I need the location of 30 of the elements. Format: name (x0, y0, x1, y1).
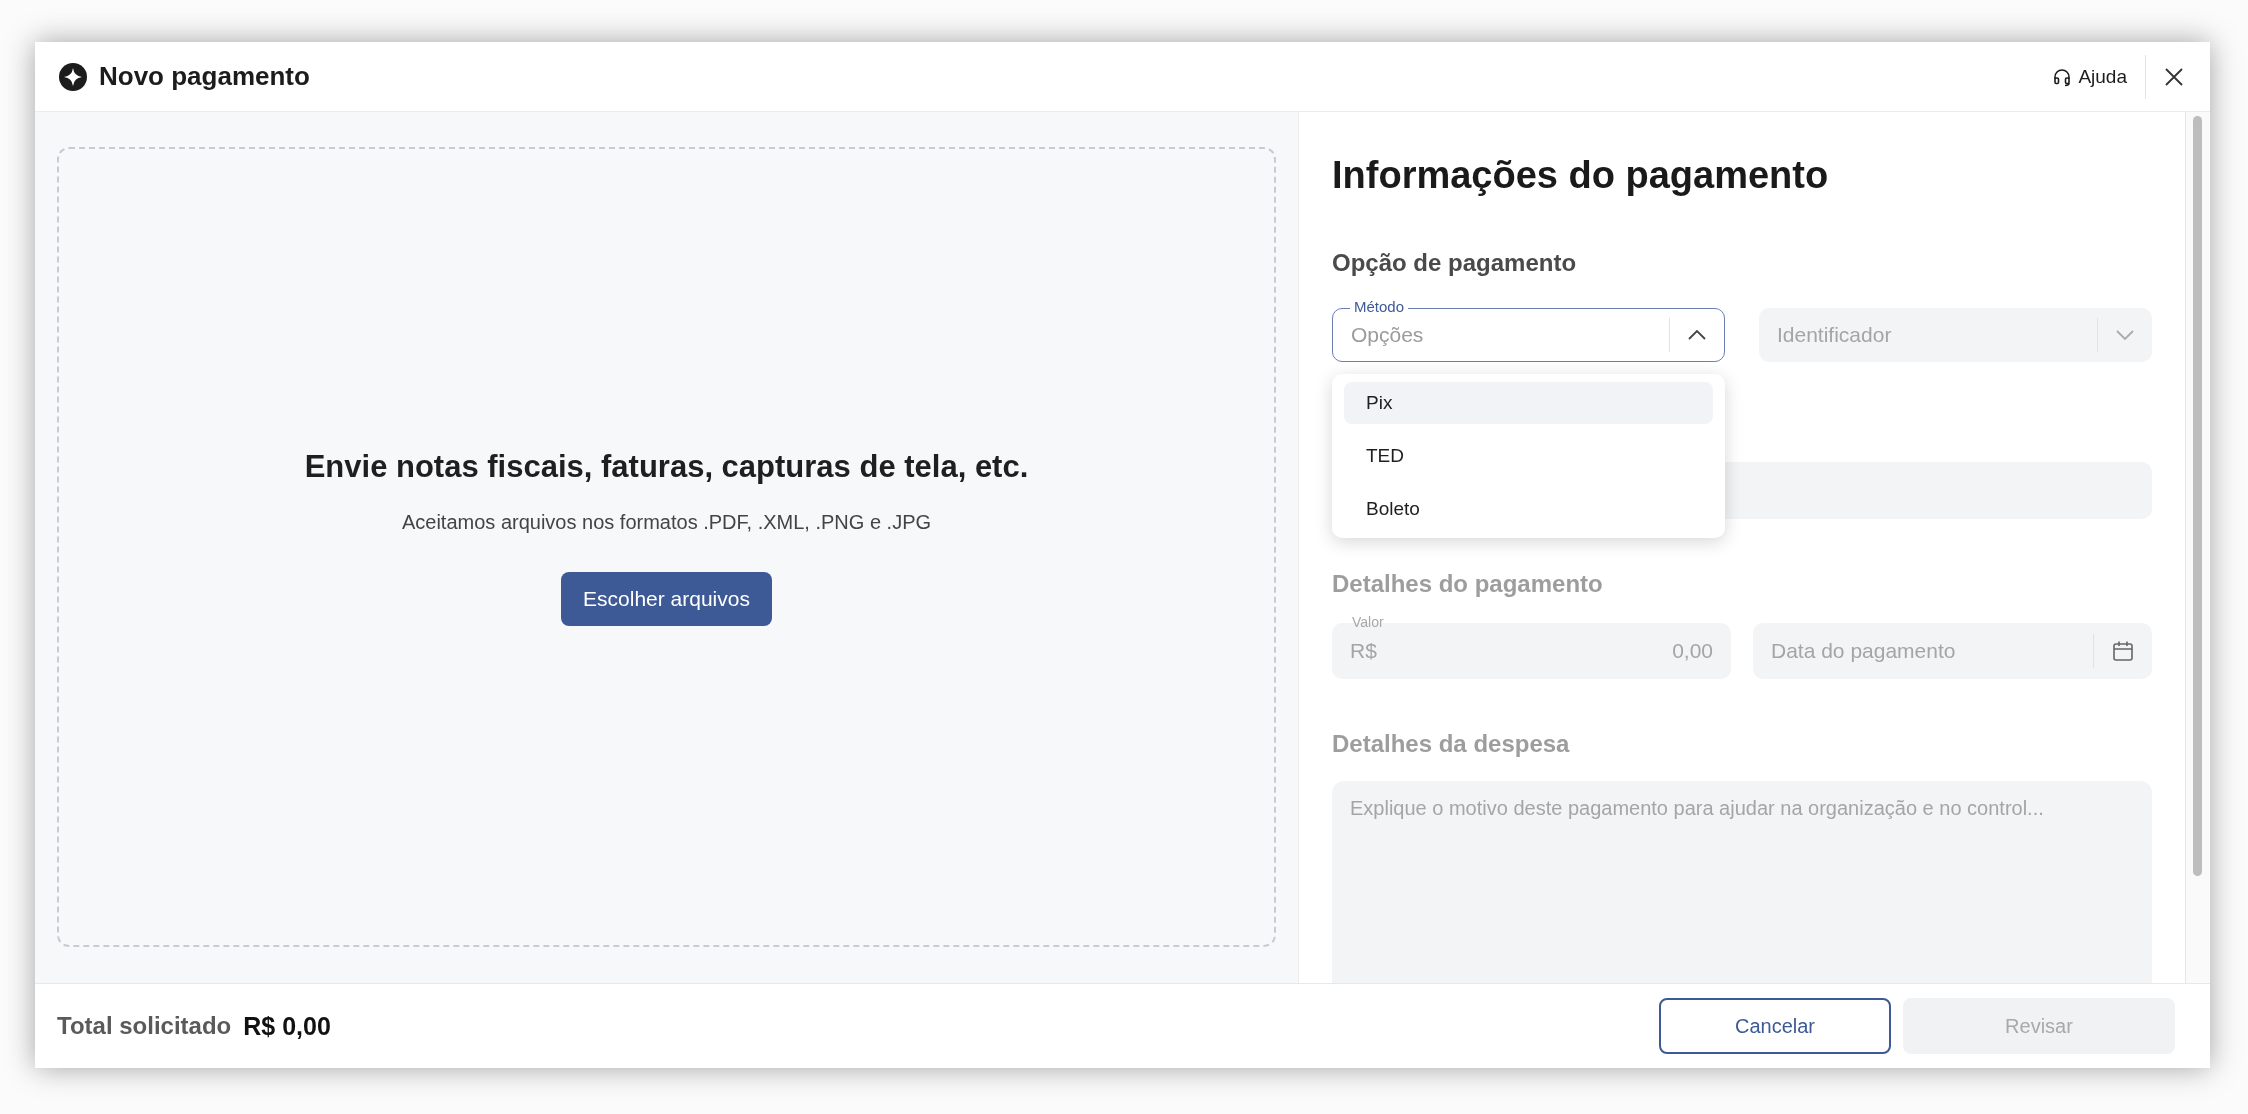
cancel-button[interactable]: Cancelar (1659, 998, 1891, 1054)
total-label: Total solicitado (57, 1012, 232, 1040)
dropdown-option[interactable]: TED (1344, 435, 1713, 477)
total-amount: R$ 0,00 (243, 1011, 331, 1041)
close-icon (2164, 66, 2184, 87)
dropdown-option[interactable]: Boleto (1344, 488, 1713, 530)
scrollbar-thumb[interactable] (2193, 116, 2202, 876)
form-title: Informações do pagamento (1332, 153, 1830, 198)
choose-files-button[interactable]: Escolher arquivos (561, 571, 772, 626)
section-heading: Opção de pagamento (1332, 248, 1578, 278)
calendar-icon (2112, 640, 2134, 662)
chevron-down-icon (2116, 330, 2134, 340)
help-link[interactable]: Ajuda (2050, 61, 2129, 92)
section-heading: Detalhes da despesa (1332, 729, 1571, 759)
section-heading: Detalhes do pagamento (1332, 569, 1604, 599)
textarea-placeholder: Explique o motivo deste pagamento para ajudar na organização e no control... (1350, 797, 2044, 819)
upload-heading: Envie notas fiscais, faturas, capturas de tela, etc. (304, 448, 1029, 485)
amount-placeholder: 0,00 (1672, 639, 1713, 663)
file-drop-zone[interactable]: Envie notas fiscais, faturas, capturas de tela, etc. Aceitamos arquivos nos formatos .PDF, .XML, .PNG e .JPG Escolher arquivos (57, 147, 1276, 947)
currency-prefix: R$ (1350, 639, 1378, 663)
headset-icon (2052, 66, 2073, 87)
select-placeholder: Opções (1351, 323, 1425, 347)
select-placeholder: Identificador (1777, 323, 1893, 347)
field-label: Método (1350, 298, 1409, 315)
chevron-up-icon (1688, 330, 1706, 340)
sparkle-icon (59, 62, 87, 91)
upload-hint: Aceitamos arquivos nos formatos .PDF, .XML, .PNG e .JPG (401, 510, 932, 534)
date-placeholder: Data do pagamento (1771, 639, 1957, 663)
dropdown-option[interactable]: Pix (1344, 382, 1713, 424)
dialog-title: Novo pagamento (99, 61, 310, 92)
